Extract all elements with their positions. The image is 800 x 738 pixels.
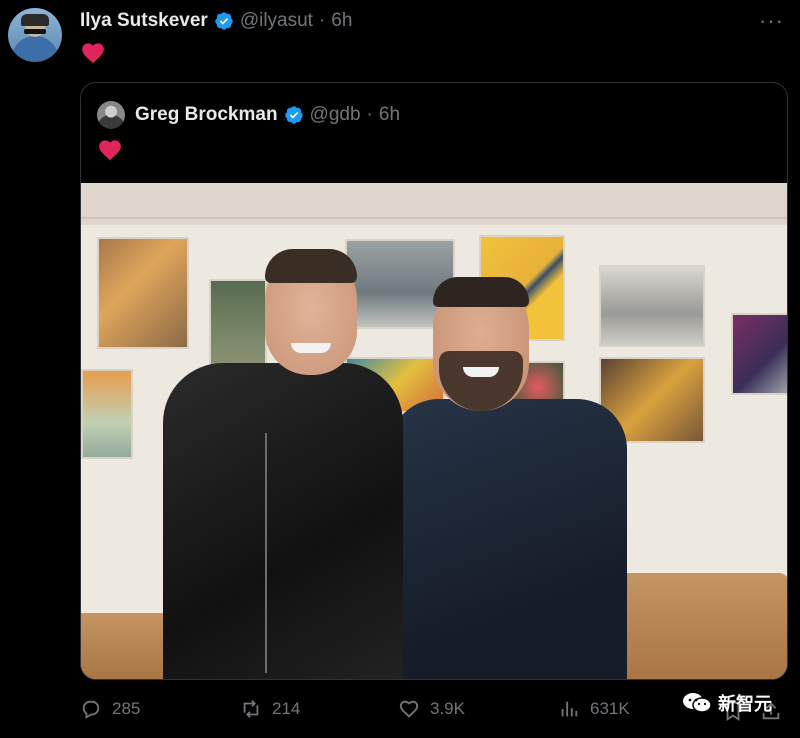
author-name[interactable]: Ilya Sutskever bbox=[80, 10, 208, 32]
retweet-icon bbox=[243, 700, 259, 718]
reply-button[interactable]: 285 bbox=[80, 698, 140, 720]
person-left-smile bbox=[291, 343, 331, 353]
wall-trim bbox=[81, 217, 787, 219]
separator-dot: · bbox=[366, 104, 373, 125]
author-handle[interactable]: @ilyasut bbox=[240, 10, 313, 32]
like-button[interactable]: 3.9K bbox=[398, 698, 465, 720]
like-count: 3.9K bbox=[430, 699, 465, 718]
heart-icon bbox=[99, 140, 121, 161]
quoted-author-handle[interactable]: @gdb bbox=[310, 104, 361, 126]
reply-count: 285 bbox=[112, 699, 141, 718]
wechat-icon bbox=[683, 693, 712, 713]
couch-left bbox=[81, 613, 171, 679]
tweet-header: Ilya Sutskever @ilyasut · 6h bbox=[80, 8, 352, 34]
person-right-hair bbox=[433, 277, 529, 307]
quoted-author-name[interactable]: Greg Brockman bbox=[135, 104, 278, 126]
painting-elephant bbox=[599, 265, 705, 347]
painting-tiger bbox=[97, 237, 189, 349]
tweet-time[interactable]: 6h bbox=[331, 10, 352, 32]
verified-badge-icon bbox=[284, 106, 303, 124]
heart-icon bbox=[82, 43, 104, 64]
avatar-hat bbox=[21, 14, 49, 26]
person-right-shirt bbox=[389, 399, 627, 679]
quoted-tweet[interactable]: Greg Brockman @gdb · 6h bbox=[80, 82, 788, 680]
painting-seal bbox=[731, 313, 787, 395]
person-left-hair bbox=[265, 249, 357, 283]
person-left-jacket bbox=[163, 363, 403, 679]
watermark: 新智元 bbox=[682, 690, 772, 716]
watermark-text: 新智元 bbox=[718, 694, 772, 715]
quoted-tweet-time[interactable]: 6h bbox=[379, 104, 400, 126]
avatar-glasses bbox=[24, 29, 46, 34]
separator-dot: · bbox=[318, 10, 326, 31]
like-heart-icon bbox=[399, 700, 419, 718]
person-right-smile bbox=[463, 367, 499, 377]
views-chart-icon bbox=[561, 701, 578, 717]
jacket-zipper bbox=[265, 433, 267, 673]
more-options-icon[interactable]: ··· bbox=[759, 8, 784, 34]
painting-landscape bbox=[81, 369, 133, 459]
quoted-author-avatar[interactable] bbox=[97, 101, 125, 129]
verified-badge-icon bbox=[215, 12, 233, 30]
retweet-count: 214 bbox=[272, 699, 301, 718]
author-avatar[interactable] bbox=[8, 8, 62, 62]
views-button[interactable]: 631K bbox=[558, 698, 630, 720]
quoted-tweet-header: Greg Brockman @gdb · 6h bbox=[97, 101, 400, 129]
views-count: 631K bbox=[590, 699, 630, 718]
reply-icon bbox=[82, 700, 100, 719]
tweet-photo[interactable] bbox=[81, 183, 787, 679]
retweet-button[interactable]: 214 bbox=[240, 698, 300, 720]
